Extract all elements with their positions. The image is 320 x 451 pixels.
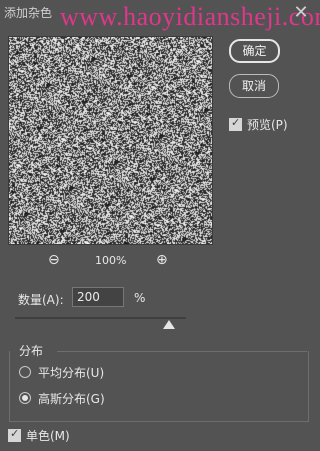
- amount-label: 数量(A):: [18, 293, 64, 307]
- amount-input[interactable]: [72, 287, 124, 307]
- zoom-in-icon[interactable]: ⊕: [156, 252, 168, 268]
- preview-checkbox[interactable]: ✓: [229, 116, 242, 131]
- noise-preview-canvas: [9, 37, 212, 244]
- zoom-level: 100%: [95, 254, 127, 267]
- title-bar: 添加杂色 www.haoyidiansheji.com ✕: [0, 0, 320, 31]
- distribution-group: [9, 351, 309, 422]
- ok-button[interactable]: 确定: [229, 39, 280, 63]
- amount-slider-thumb[interactable]: [162, 320, 175, 329]
- cancel-button[interactable]: 取消: [229, 74, 279, 98]
- gaussian-radio[interactable]: [19, 392, 31, 404]
- amount-unit: %: [134, 291, 146, 305]
- dialog-title: 添加杂色: [4, 6, 53, 20]
- zoom-out-icon[interactable]: ⊖: [48, 252, 60, 268]
- monochromatic-label: 单色(M): [26, 429, 70, 443]
- checkmark-icon: ✓: [10, 427, 20, 440]
- amount-slider-track[interactable]: [15, 317, 186, 319]
- close-icon[interactable]: ✕: [290, 2, 312, 24]
- distribution-title: 分布: [15, 342, 48, 359]
- noise-preview[interactable]: [8, 36, 213, 245]
- preview-label: 预览(P): [247, 118, 288, 132]
- watermark: www.haoyidiansheji.com: [60, 2, 320, 31]
- uniform-label[interactable]: 平均分布(U): [38, 364, 104, 381]
- group-border: [57, 351, 307, 352]
- uniform-radio[interactable]: [19, 366, 31, 378]
- gaussian-label[interactable]: 高斯分布(G): [38, 390, 105, 407]
- checkmark-icon: ✓: [231, 116, 241, 129]
- monochromatic-checkbox[interactable]: ✓: [8, 427, 21, 442]
